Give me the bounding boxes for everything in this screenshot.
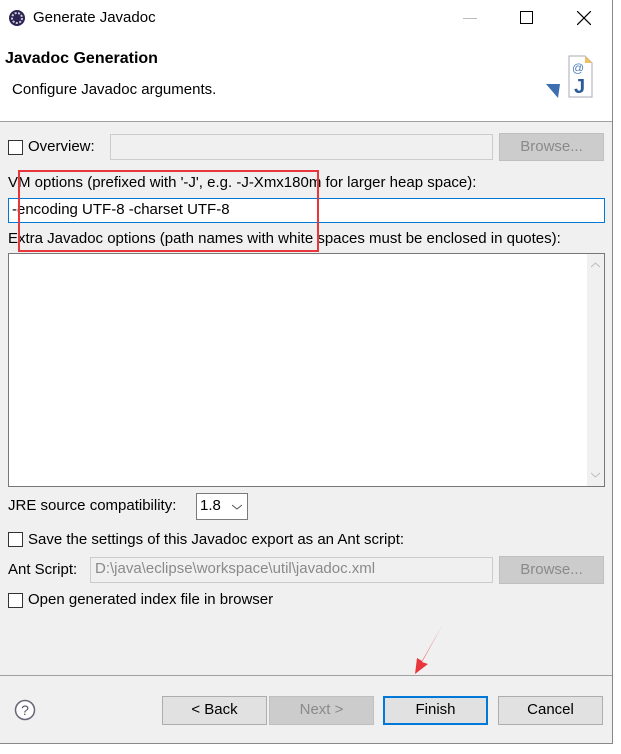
annotation-highlight-box [18, 170, 319, 252]
page-title: Javadoc Generation [5, 50, 158, 67]
maximize-icon[interactable] [520, 11, 533, 24]
extra-options-textarea[interactable] [8, 253, 605, 487]
page-subtitle: Configure Javadoc arguments. [12, 81, 217, 98]
help-icon[interactable]: ? [14, 699, 36, 721]
minimize-icon[interactable] [463, 18, 477, 19]
jre-select-value: 1.8 [200, 497, 221, 514]
next-button[interactable]: Next > [269, 696, 374, 725]
eclipse-icon [9, 10, 25, 26]
chevron-down-icon [232, 504, 242, 510]
save-ant-checkbox[interactable] [8, 532, 23, 547]
wizard-header: Javadoc Generation Configure Javadoc arg… [0, 36, 612, 122]
ant-script-input[interactable]: D:\java\eclipse\workspace\util\javadoc.x… [90, 557, 493, 583]
footer-divider [0, 675, 612, 676]
open-index-checkbox[interactable] [8, 593, 23, 608]
jre-label: JRE source compatibility: [8, 497, 177, 514]
open-index-label: Open generated index file in browser [28, 591, 274, 608]
overview-checkbox[interactable] [8, 140, 23, 155]
scroll-down-icon[interactable] [591, 472, 600, 478]
ant-browse-button[interactable]: Browse... [499, 556, 604, 584]
overview-label: Overview: [28, 138, 95, 155]
scroll-up-icon[interactable] [591, 262, 600, 268]
svg-text:@: @ [572, 61, 584, 75]
back-button[interactable]: < Back [162, 696, 267, 725]
cancel-button[interactable]: Cancel [498, 696, 603, 725]
javadoc-wizard-icon: @J [546, 55, 593, 98]
jre-select[interactable]: 1.8 [196, 493, 248, 520]
annotation-arrow-icon [415, 624, 443, 674]
save-ant-label: Save the settings of this Javadoc export… [28, 531, 405, 548]
finish-button[interactable]: Finish [383, 696, 488, 725]
overview-browse-button[interactable]: Browse... [499, 133, 604, 161]
scrollbar[interactable] [587, 254, 604, 486]
title-bar: Generate Javadoc [0, 0, 612, 36]
svg-text:J: J [574, 76, 585, 98]
svg-text:?: ? [21, 702, 29, 718]
overview-input[interactable] [110, 134, 493, 160]
ant-script-label: Ant Script: [8, 561, 78, 578]
window-title: Generate Javadoc [33, 9, 156, 26]
close-icon[interactable] [577, 11, 591, 25]
